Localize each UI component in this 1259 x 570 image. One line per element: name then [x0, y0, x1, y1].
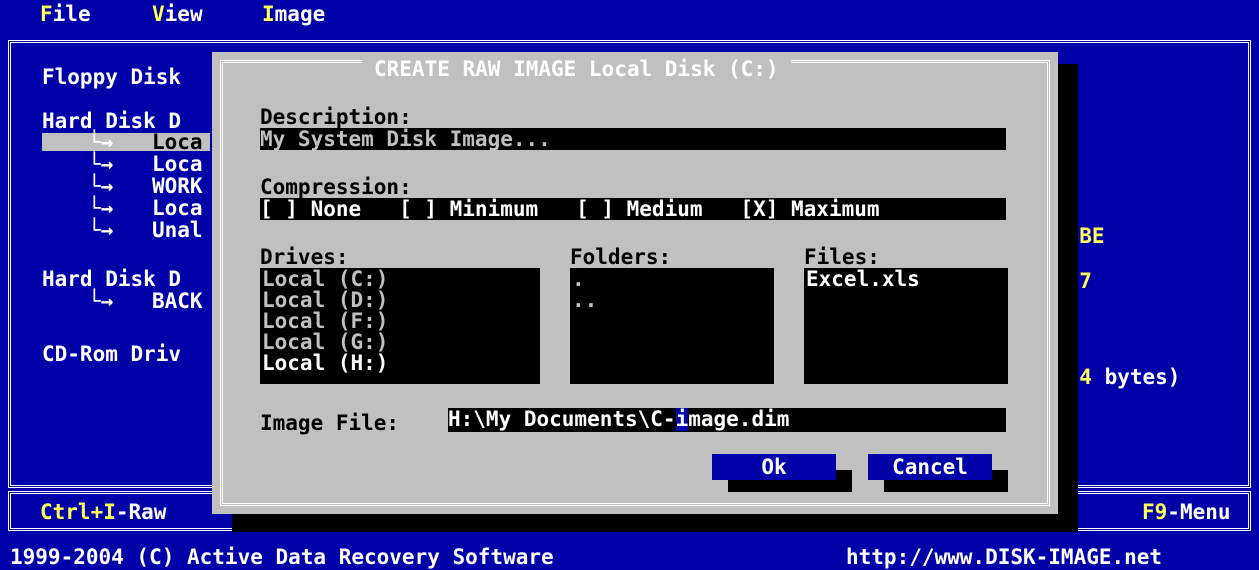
- menu-view[interactable]: View: [152, 3, 203, 25]
- copyright-text: 1999-2004 (C) Active Data Recovery Softw…: [10, 545, 554, 569]
- drive-item[interactable]: Loca: [152, 197, 203, 219]
- drive-item[interactable]: WORK: [152, 175, 203, 197]
- list-item[interactable]: Local (G:): [260, 331, 540, 353]
- ok-button[interactable]: Ok: [712, 454, 836, 480]
- compression-options[interactable]: [ ] None [ ] Minimum [ ] Medium [X] Maxi…: [260, 198, 1006, 220]
- hard-disk-2-label[interactable]: Hard Disk D: [42, 268, 181, 290]
- cdrom-label[interactable]: CD-Rom Driv: [42, 343, 181, 365]
- drive-item[interactable]: Unal: [152, 219, 203, 241]
- list-item[interactable]: Excel.xls: [804, 268, 1008, 290]
- files-label: Files:: [804, 245, 880, 269]
- folders-label: Folders:: [570, 245, 672, 269]
- text-cursor: i: [675, 408, 689, 431]
- tree-arrow-icon: └→: [88, 152, 114, 176]
- status-line: 1999-2004 (C) Active Data Recovery Softw…: [0, 540, 1259, 570]
- description-label: Description:: [260, 105, 412, 129]
- compression-label: Compression:: [260, 175, 412, 199]
- dialog-title: CREATE RAW IMAGE Local Disk (C:): [362, 58, 791, 80]
- list-item[interactable]: .: [570, 268, 774, 290]
- tree-arrow-icon: └→: [88, 174, 114, 198]
- tree-arrow-icon: └→: [88, 130, 114, 154]
- image-file-label: Image File:: [260, 411, 400, 435]
- list-item[interactable]: Local (H:): [260, 352, 540, 374]
- website-link[interactable]: http://www.DISK-IMAGE.net: [846, 546, 1162, 568]
- cancel-button[interactable]: Cancel: [868, 454, 992, 480]
- description-input[interactable]: My System Disk Image...: [260, 128, 1006, 150]
- folders-list[interactable]: . ..: [570, 268, 774, 384]
- menu-bar: File View Image: [0, 0, 1259, 33]
- tree-arrow-icon: └→: [88, 218, 114, 242]
- tree-arrow-icon: └→: [88, 289, 114, 313]
- raw-shortcut[interactable]: Ctrl+I-Raw: [40, 501, 166, 523]
- list-item[interactable]: Local (C:): [260, 268, 540, 290]
- menu-file[interactable]: File: [40, 3, 91, 25]
- drive-item[interactable]: Loca: [152, 131, 203, 153]
- files-list[interactable]: Excel.xls: [804, 268, 1008, 384]
- floppy-disk-label[interactable]: Floppy Disk: [42, 66, 181, 88]
- drive-item[interactable]: Loca: [152, 153, 203, 175]
- drive-item[interactable]: BACK: [152, 290, 203, 312]
- menu-image[interactable]: Image: [262, 3, 325, 25]
- drives-label: Drives:: [260, 245, 349, 269]
- list-item[interactable]: ..: [570, 289, 774, 311]
- image-file-input[interactable]: H:\My Documents\C-image.dim: [448, 408, 1006, 432]
- tree-arrow-icon: └→: [88, 196, 114, 220]
- hard-disk-1-label[interactable]: Hard Disk D: [42, 110, 181, 132]
- drives-list[interactable]: Local (C:) Local (D:) Local (F:) Local (…: [260, 268, 540, 384]
- list-item[interactable]: Local (F:): [260, 310, 540, 332]
- list-item[interactable]: Local (D:): [260, 289, 540, 311]
- create-raw-image-dialog: CREATE RAW IMAGE Local Disk (C:) Descrip…: [212, 52, 1058, 514]
- menu-shortcut[interactable]: F9-Menu: [1142, 501, 1231, 523]
